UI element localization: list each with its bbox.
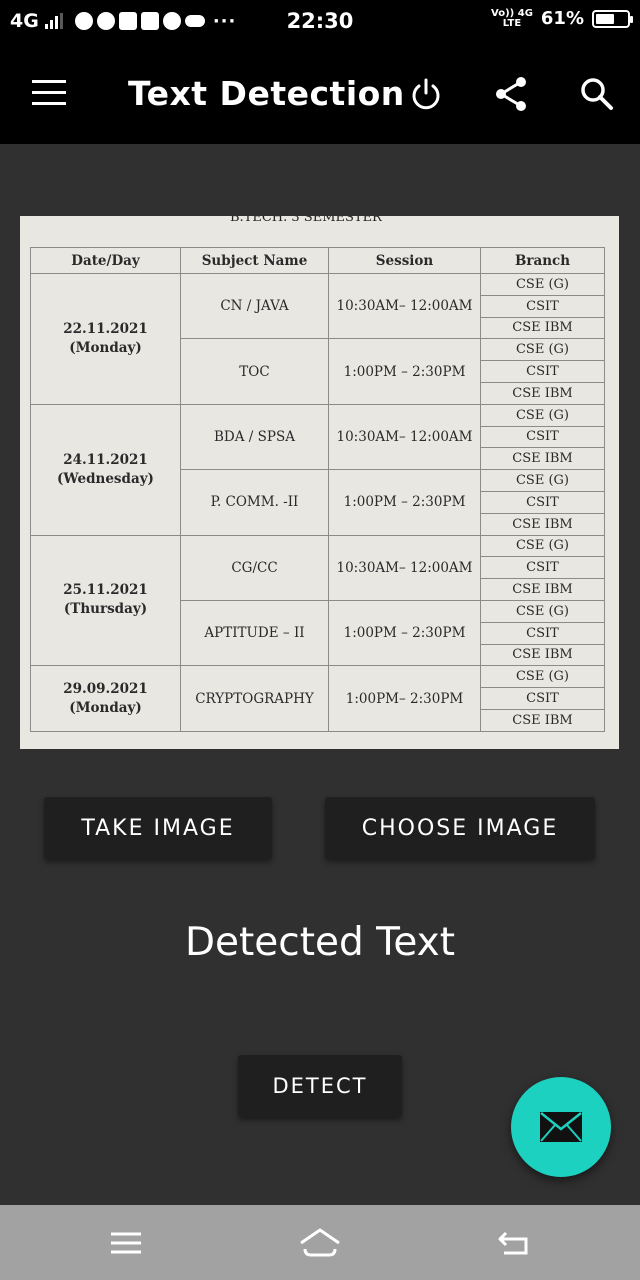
date-cell: 24.11.2021 (Wednesday) [30, 403, 181, 536]
date-text: 29.09.2021 [63, 680, 148, 697]
subject-cell: CG/CC [180, 534, 329, 601]
branch-cell: CSE IBM [480, 578, 605, 601]
choose-image-button[interactable]: CHOOSE IMAGE [325, 797, 595, 859]
lte-label: LTE [502, 17, 522, 29]
session-cell: 1:00PM – 2:30PM [328, 338, 481, 405]
day-text: (Wednesday) [57, 470, 154, 487]
subject-cell: CN / JAVA [180, 272, 329, 340]
session-cell: 1:00PM– 2:30PM [328, 665, 481, 732]
branch-cell: CSIT [480, 621, 605, 645]
timetable-body: 22.11.2021 (Monday) CN / JAVA 10:30AM– 12:0… [30, 272, 605, 732]
branch-cell: CSIT [480, 687, 605, 710]
share-icon[interactable] [492, 74, 532, 114]
day-text: (Thursday) [63, 601, 148, 618]
session-cell: 10:30AM– 12:00AM [328, 403, 481, 471]
home-icon[interactable] [297, 1221, 343, 1265]
photo-header: B.TECH. 3 SEMESTER [230, 216, 382, 225]
date-text: 25.11.2021 [63, 582, 148, 599]
branch-cell: CSE (G) [480, 273, 605, 296]
column-header: Branch [480, 247, 605, 274]
status-right: Vo)) 4G LTE 61% [491, 7, 633, 29]
session-cell: 10:30AM– 12:00AM [328, 272, 481, 340]
branch-cell: CSE IBM [480, 316, 605, 340]
table-header-row: Date/Day Subject Name Session Branch [30, 247, 605, 274]
detected-text-label: Detected Text [184, 920, 456, 965]
date-cell: 29.09.2021 (Monday) [30, 665, 181, 732]
app-title: Text Detection [128, 74, 405, 113]
day-text: (Monday) [69, 339, 142, 356]
subject-cell: P. COMM. -II [180, 469, 329, 536]
column-header: Date/Day [30, 247, 181, 274]
day-text: (Monday) [69, 699, 142, 716]
date-text: 22.11.2021 [63, 320, 148, 337]
column-header: Session [328, 247, 481, 274]
branch-cell: CSE (G) [480, 665, 605, 689]
subject-cell: CRYPTOGRAPHY [180, 665, 329, 732]
detect-button[interactable]: DETECT [238, 1055, 402, 1117]
branch-cell: CSIT [480, 556, 605, 580]
subject-cell: APTITUDE – II [180, 599, 329, 667]
branch-cell: CSE IBM [480, 643, 605, 667]
branch-cell: CSE (G) [480, 338, 605, 362]
branch-cell: CSE (G) [480, 599, 605, 623]
captured-image[interactable]: B.TECH. 3 SEMESTER Date/Day Subject Name… [20, 216, 619, 749]
date-cell: 22.11.2021 (Monday) [30, 273, 181, 405]
take-image-button[interactable]: TAKE IMAGE [44, 797, 272, 859]
power-icon[interactable] [406, 74, 446, 114]
timetable: Date/Day Subject Name Session Branch 22.… [30, 247, 605, 732]
menu-icon[interactable] [32, 80, 66, 106]
branch-cell: CSIT [480, 490, 605, 514]
branch-cell: CSIT [480, 360, 605, 383]
app-bar: Text Detection [0, 44, 640, 144]
branch-cell: CSIT [480, 294, 605, 318]
table-row: 22.11.2021 (Monday) CN / JAVA 10:30AM– 12:0… [30, 272, 605, 405]
branch-cell: CSE IBM [480, 447, 605, 471]
session-cell: 1:00PM – 2:30PM [328, 599, 481, 667]
branch-cell: CSIT [480, 425, 605, 449]
back-icon[interactable] [492, 1221, 538, 1265]
system-nav-bar [0, 1205, 640, 1280]
volte-label: Vo)) 4G [491, 7, 533, 19]
mail-icon [540, 1112, 582, 1142]
branch-cell: CSE IBM [480, 381, 605, 405]
subject-cell: BDA / SPSA [180, 403, 329, 471]
mail-fab-button[interactable] [511, 1077, 611, 1177]
branch-cell: CSE (G) [480, 534, 605, 558]
branch-cell: CSE (G) [480, 403, 605, 427]
battery-percent: 61% [540, 8, 584, 29]
status-bar: 4G ··· 22:30 Vo)) 4G LTE 61% [0, 0, 640, 44]
branch-cell: CSE IBM [480, 708, 605, 732]
battery-icon [592, 9, 633, 28]
column-header: Subject Name [180, 247, 329, 274]
network-type: Vo)) 4G LTE [491, 7, 533, 29]
table-row: 24.11.2021 (Wednesday) BDA / SPSA 10:30AM– … [30, 403, 605, 536]
branch-cell: CSE IBM [480, 512, 605, 536]
session-cell: 10:30AM– 12:00AM [328, 534, 481, 601]
menu-nav-icon[interactable] [103, 1221, 149, 1265]
search-icon[interactable] [577, 74, 617, 114]
branch-cell: CSE (G) [480, 469, 605, 492]
subject-cell: TOC [180, 338, 329, 405]
table-row: 25.11.2021 (Thursday) CG/CC 10:30AM– 12:00A… [30, 534, 605, 667]
date-cell: 25.11.2021 (Thursday) [30, 534, 181, 667]
table-row: 29.09.2021 (Monday) CRYPTOGRAPHY 1:00PM– 2:… [30, 665, 605, 732]
date-text: 24.11.2021 [63, 451, 148, 468]
session-cell: 1:00PM – 2:30PM [328, 469, 481, 536]
